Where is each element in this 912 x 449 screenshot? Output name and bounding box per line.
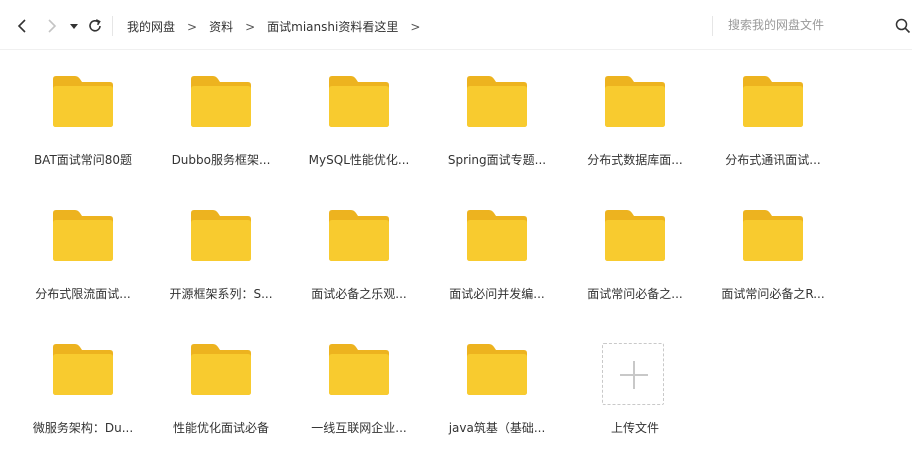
folder-name: 面试常问必备之...	[587, 287, 683, 301]
chevron-right-icon	[48, 19, 57, 33]
caret-down-icon	[70, 24, 78, 29]
upload-dropzone[interactable]	[602, 343, 664, 405]
folder-icon	[605, 76, 665, 127]
folder-item[interactable]: 面试必问并发编...	[428, 184, 566, 304]
folder-icon	[53, 344, 113, 395]
folder-icon	[53, 76, 113, 127]
folder-name: 面试常问必备之R...	[721, 287, 825, 301]
breadcrumb-item-ziliao[interactable]: 资料	[209, 20, 233, 34]
folder-name: BAT面试常问80题	[33, 153, 133, 167]
folder-item[interactable]: 开源框架系列：S...	[152, 184, 290, 304]
refresh-button[interactable]	[86, 17, 104, 35]
folder-icon	[329, 76, 389, 127]
refresh-icon	[89, 19, 101, 32]
folder-icon	[53, 210, 113, 261]
folder-icon	[467, 344, 527, 395]
folder-name: 微服务架构：Du...	[32, 421, 134, 435]
folder-item[interactable]: 一线互联网企业...	[290, 318, 428, 438]
search-icon[interactable]	[895, 18, 911, 34]
breadcrumb-separator: >	[187, 20, 198, 34]
chevron-left-icon	[17, 19, 26, 33]
folder-name: Spring面试专题...	[447, 153, 547, 167]
folder-name: 开源框架系列：S...	[169, 287, 273, 301]
forward-button[interactable]	[42, 17, 60, 35]
upload-label: 上传文件	[610, 421, 659, 435]
search-input[interactable]	[728, 14, 888, 36]
folder-name: 一线互联网企业...	[311, 421, 407, 435]
breadcrumb-separator[interactable]: >	[410, 20, 420, 34]
folder-item[interactable]: 分布式数据库面...	[566, 50, 704, 170]
folder-icon	[743, 76, 803, 127]
folder-item[interactable]: 微服务架构：Du...	[14, 318, 152, 438]
upload-file-tile[interactable]: 上传文件	[566, 318, 704, 438]
folder-item[interactable]: Spring面试专题...	[428, 50, 566, 170]
folder-item[interactable]: MySQL性能优化...	[290, 50, 428, 170]
history-dropdown-button[interactable]	[68, 17, 80, 35]
folder-item[interactable]: 面试常问必备之R...	[704, 184, 842, 304]
folder-icon	[467, 210, 527, 261]
folder-item[interactable]: BAT面试常问80题	[14, 50, 152, 170]
folder-icon	[191, 76, 251, 127]
back-button[interactable]	[14, 17, 32, 35]
toolbar: 我的网盘 > 资料 > 面试mianshi资料看这里 >	[0, 0, 912, 50]
folder-name: java筑基（基础...	[448, 421, 546, 435]
folder-name: 分布式限流面试...	[35, 287, 131, 301]
folder-item[interactable]: 性能优化面试必备	[152, 318, 290, 438]
folder-name: 面试必问并发编...	[449, 287, 545, 301]
folder-icon	[467, 76, 527, 127]
folder-item[interactable]: 面试常问必备之...	[566, 184, 704, 304]
folder-name: 面试必备之乐观...	[311, 287, 407, 301]
search-divider	[712, 16, 713, 36]
breadcrumb-item-current[interactable]: 面试mianshi资料看这里	[267, 20, 398, 34]
breadcrumb-item-root[interactable]: 我的网盘	[127, 20, 175, 34]
folder-name: 分布式通讯面试...	[725, 153, 821, 167]
folder-icon	[743, 210, 803, 261]
folder-icon	[329, 344, 389, 395]
folder-icon	[329, 210, 389, 261]
folder-name: MySQL性能优化...	[308, 153, 410, 167]
folder-icon	[191, 210, 251, 261]
folder-item[interactable]: java筑基（基础...	[428, 318, 566, 438]
folder-name: 分布式数据库面...	[587, 153, 683, 167]
folder-icon	[605, 210, 665, 261]
folder-item[interactable]: 面试必备之乐观...	[290, 184, 428, 304]
folder-name: 性能优化面试必备	[172, 421, 269, 435]
folder-item[interactable]: Dubbo服务框架...	[152, 50, 290, 170]
folder-name: Dubbo服务框架...	[171, 153, 271, 167]
toolbar-divider	[112, 16, 113, 36]
breadcrumb-separator: >	[245, 20, 256, 34]
folder-icon	[191, 344, 251, 395]
breadcrumb: 我的网盘 > 资料 > 面试mianshi资料看这里 >	[127, 18, 432, 35]
folder-item[interactable]: 分布式限流面试...	[14, 184, 152, 304]
folder-item[interactable]: 分布式通讯面试...	[704, 50, 842, 170]
